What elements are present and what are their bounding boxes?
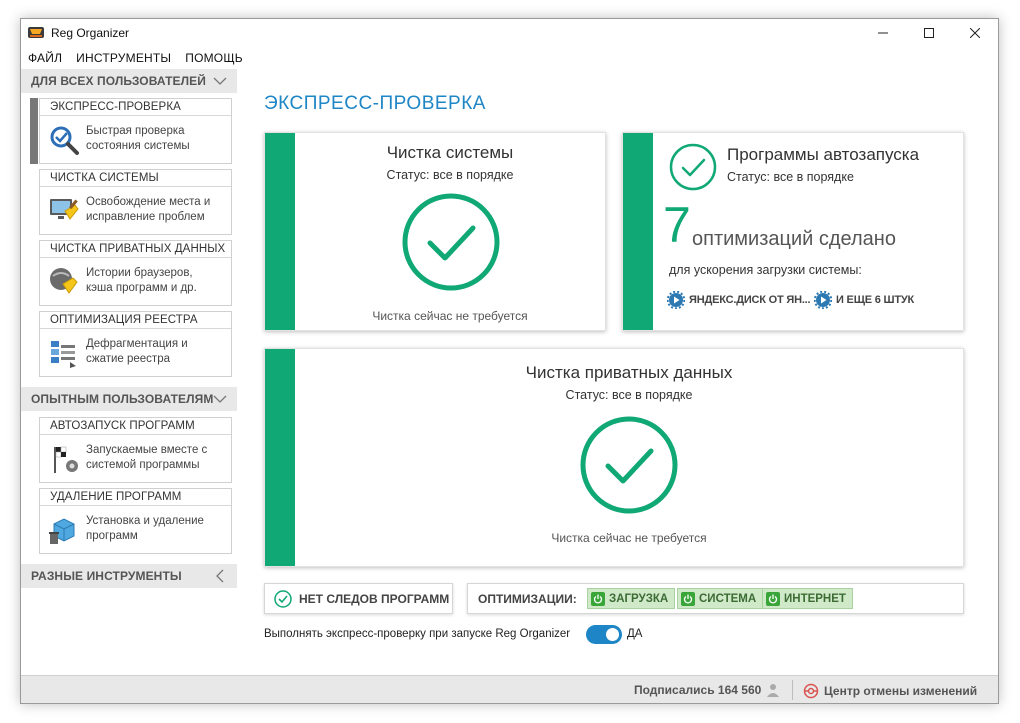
card-status: Статус: все в порядке <box>565 388 693 402</box>
sidebar-item-desc: Освобождение места и исправление проблем <box>86 196 211 223</box>
sidebar-item-label: ЧИСТКА ПРИВАТНЫХ ДАННЫХ <box>40 241 231 258</box>
optimize-internet-button[interactable]: ИНТЕРНЕТ <box>762 588 853 609</box>
card-status: Статус: все в порядке <box>386 168 514 182</box>
group-misc-tools[interactable]: РАЗНЫЕ ИНСТРУМЕНТЫ <box>21 564 237 588</box>
status-divider <box>792 680 793 700</box>
group-advanced-users[interactable]: ОПЫТНЫМ ПОЛЬЗОВАТЕЛЯМ <box>21 387 237 411</box>
page-title: ЭКСПРЕСС-ПРОВЕРКА <box>264 93 486 114</box>
card-title: Программы автозапуска <box>727 145 920 164</box>
private-clean-card[interactable]: Чистка приватных данных Статус: все в по… <box>264 348 964 567</box>
menu-tools[interactable]: ИНСТРУМЕНТЫ <box>69 49 178 67</box>
power-icon <box>591 591 605 606</box>
chevron-down-icon <box>213 69 227 101</box>
sidebar-item-label: УДАЛЕНИЕ ПРОГРАММ <box>40 489 231 506</box>
chevron-down-icon <box>213 387 227 419</box>
app-logo-icon <box>28 27 44 38</box>
optimize-boot-button[interactable]: ЗАГРУЗКА <box>587 588 676 609</box>
sidebar-item-system-clean[interactable]: ЧИСТКА СИСТЕМЫ Освобождение места и испра… <box>39 169 232 235</box>
magnifier-check-icon <box>50 126 79 155</box>
card-note: Чистка сейчас не требуется <box>372 309 528 323</box>
status-ok-check-icon <box>580 416 678 514</box>
group-label: РАЗНЫЕ ИНСТРУМЕНТЫ <box>31 569 182 583</box>
system-clean-card[interactable]: Чистка системы Статус: все в порядке Чис… <box>264 132 606 331</box>
chevron-left-icon <box>213 564 227 596</box>
no-traces-label: НЕТ СЛЕДОВ ПРОГРАММ <box>299 592 450 606</box>
menu-bar: ФАЙЛ ИНСТРУМЕНТЫ ПОМОЩЬ <box>21 49 250 67</box>
sidebar-item-registry-optimize[interactable]: ОПТИМИЗАЦИЯ РЕЕСТРА Дефрагментация и сжат… <box>39 311 232 377</box>
title-bar: Reg Organizer <box>21 19 998 47</box>
minimize-icon <box>878 32 888 34</box>
card-note: Чистка сейчас не требуется <box>551 531 707 545</box>
browser-clean-icon <box>50 268 78 294</box>
autorun-card[interactable]: Программы автозапуска Статус: все в поря… <box>622 132 964 331</box>
card-status: Статус: все в порядке <box>727 170 854 184</box>
app-window: Reg Organizer ФАЙЛ ИНСТРУМЕНТЫ ПОМОЩЬ ДЛ… <box>20 18 999 704</box>
window-title: Reg Organizer <box>51 26 130 40</box>
sidebar-item-uninstall[interactable]: УДАЛЕНИЕ ПРОГРАММ Установка и удаление пр… <box>39 488 232 554</box>
undo-center-link[interactable]: Центр отмены изменений <box>803 683 977 699</box>
card-title: Чистка системы <box>386 143 514 162</box>
card-accent-strip <box>623 133 653 330</box>
sidebar-item-private-clean[interactable]: ЧИСТКА ПРИВАТНЫХ ДАННЫХ Истории браузеро… <box>39 240 232 306</box>
menu-file[interactable]: ФАЙЛ <box>21 49 69 67</box>
minimize-button[interactable] <box>860 19 906 47</box>
sidebar-item-label: АВТОЗАПУСК ПРОГРАММ <box>40 418 231 435</box>
gear-play-icon <box>814 291 832 309</box>
registry-defrag-icon <box>51 341 76 368</box>
menu-help[interactable]: ПОМОЩЬ <box>178 49 250 67</box>
power-icon <box>681 591 695 606</box>
sidebar-item-desc: Установка и удаление программ <box>86 515 204 542</box>
group-all-users[interactable]: ДЛЯ ВСЕХ ПОЛЬЗОВАТЕЛЕЙ <box>21 69 237 93</box>
maximize-button[interactable] <box>906 19 952 47</box>
sidebar: ДЛЯ ВСЕХ ПОЛЬЗОВАТЕЛЕЙ ЭКСПРЕСС-ПРОВЕРКА… <box>21 69 237 588</box>
close-icon <box>970 28 980 38</box>
broom-monitor-icon <box>50 199 79 220</box>
optimizations-bar: ОПТИМИЗАЦИИ: ЗАГРУЗКА СИСТЕМА ИНТЕРНЕТ <box>467 583 964 614</box>
sidebar-item-desc: Истории браузеров, кэша программ и др. <box>86 267 197 294</box>
optimizations-count: 7 <box>663 197 691 253</box>
no-traces-button[interactable]: НЕТ СЛЕДОВ ПРОГРАММ <box>264 583 453 614</box>
card-title: Чистка приватных данных <box>525 363 733 382</box>
optimize-system-button[interactable]: СИСТЕМА <box>677 588 764 609</box>
maximize-icon <box>924 28 934 38</box>
power-icon <box>766 591 780 606</box>
autorun-subtitle: для ускорения загрузки системы: <box>669 263 862 277</box>
sidebar-item-desc: Дефрагментация и сжатие реестра <box>86 338 188 365</box>
startup-flag-icon <box>54 446 78 473</box>
user-icon <box>767 684 780 697</box>
autorun-link-yandex[interactable]: ЯНДЕКС.ДИСК ОТ ЯН... <box>667 291 811 309</box>
status-ok-check-icon <box>402 193 500 291</box>
sidebar-item-desc: Запускаемые вместе с системой программы <box>86 444 208 471</box>
autorun-link-more[interactable]: И ЕЩЕ 6 ШТУК <box>814 291 914 309</box>
close-button[interactable] <box>952 19 998 47</box>
run-on-start-value: ДА <box>627 628 643 640</box>
status-ok-check-icon <box>669 143 717 191</box>
status-bar: Подписались 164 560 Центр отмены изменен… <box>21 675 998 703</box>
subscribers-link[interactable]: Подписались 164 560 <box>634 683 780 697</box>
sidebar-item-label: ЧИСТКА СИСТЕМЫ <box>40 170 231 187</box>
sidebar-item-label: ОПТИМИЗАЦИЯ РЕЕСТРА <box>40 312 231 329</box>
uninstall-box-icon <box>49 518 75 544</box>
optimizations-label: ОПТИМИЗАЦИИ: <box>478 592 577 606</box>
sidebar-item-desc: Быстрая проверка состояния системы <box>86 125 190 152</box>
optimizations-count-label: оптимизаций сделано <box>692 228 896 250</box>
sidebar-item-express-check[interactable]: ЭКСПРЕСС-ПРОВЕРКА Быстрая проверка состоя… <box>30 98 232 164</box>
check-circle-icon <box>274 590 292 608</box>
sidebar-item-autorun[interactable]: АВТОЗАПУСК ПРОГРАММ Запускаемые вместе с… <box>39 417 232 483</box>
gear-play-icon <box>667 291 685 309</box>
sidebar-item-label: ЭКСПРЕСС-ПРОВЕРКА <box>40 99 231 116</box>
run-on-start-label: Выполнять экспресс-проверку при запуске … <box>264 628 571 640</box>
group-label: ДЛЯ ВСЕХ ПОЛЬЗОВАТЕЛЕЙ <box>31 74 206 88</box>
run-on-start-toggle[interactable] <box>586 625 622 644</box>
group-label: ОПЫТНЫМ ПОЛЬЗОВАТЕЛЯМ <box>31 392 214 406</box>
lifebuoy-icon <box>803 683 819 699</box>
